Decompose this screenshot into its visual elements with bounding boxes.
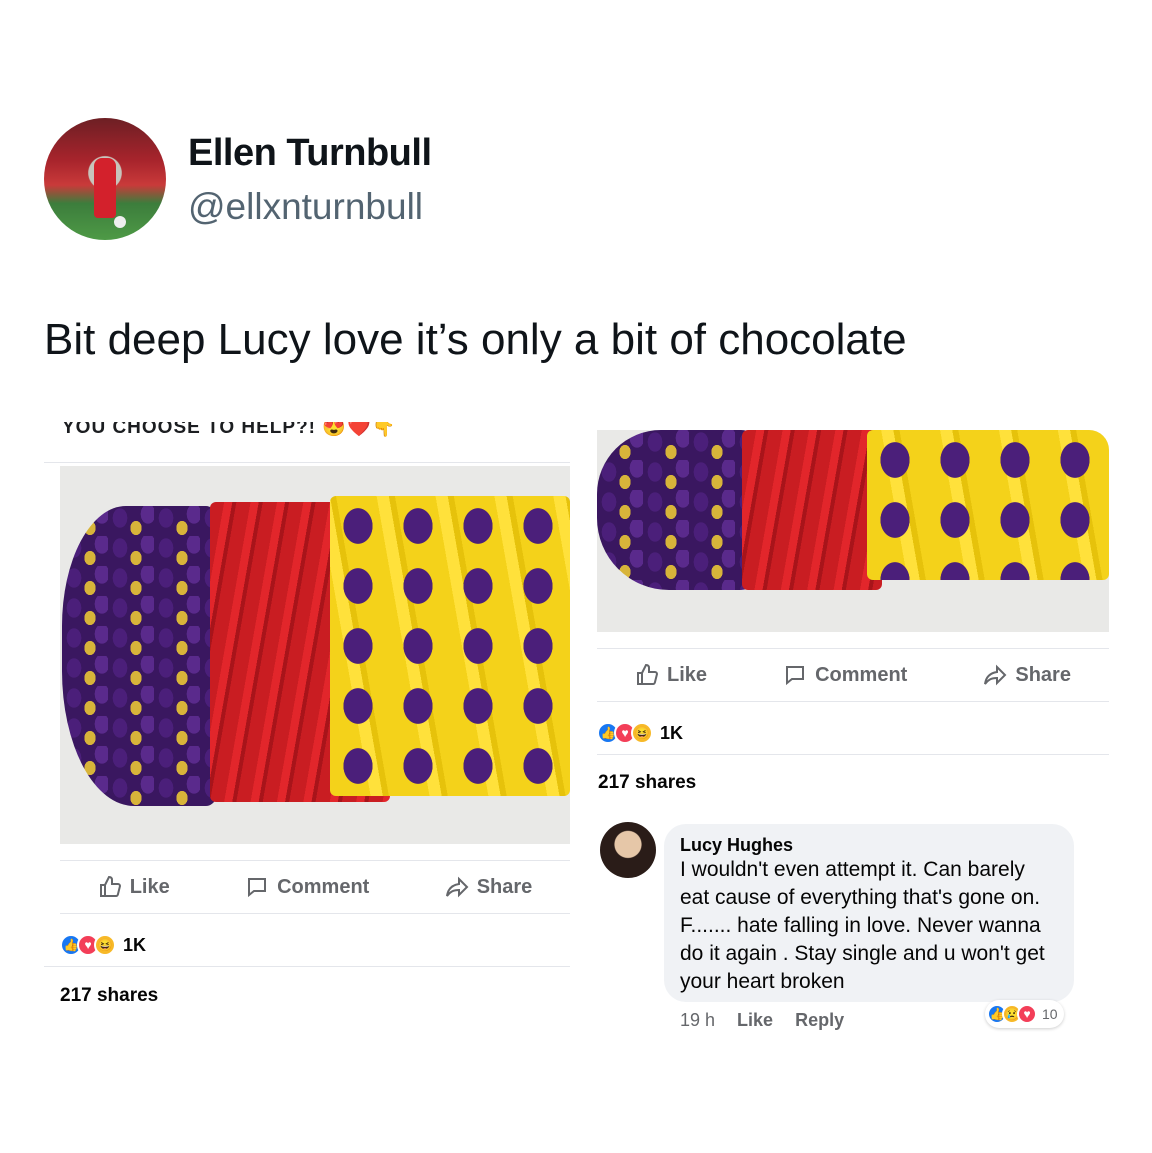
comment-time[interactable]: 19 h (680, 1010, 715, 1031)
action-bar-right: Like Comment Share (597, 648, 1109, 702)
stats-divider (597, 754, 1109, 755)
comment-label: Comment (277, 875, 370, 898)
mini-eggs-pile (330, 496, 570, 796)
commenter-avatar[interactable] (600, 822, 656, 878)
share-arrow-icon (984, 664, 1007, 686)
action-bar-left: Like Comment Share (60, 860, 570, 914)
comment-icon (248, 878, 267, 898)
comment-button[interactable]: Comment (783, 663, 907, 687)
comment-meta: 19 h Like Reply (680, 1010, 844, 1031)
post-photo-left[interactable] (60, 466, 570, 844)
share-arrow-icon (445, 876, 469, 898)
avatar-player-figure (94, 158, 116, 218)
comment-icon (786, 666, 805, 686)
creme-eggs-pile (62, 506, 222, 806)
comment-text: I wouldn't even attempt it. Can barely e… (680, 858, 1045, 993)
caption-divider (44, 462, 570, 463)
comment-button[interactable]: Comment (245, 875, 369, 899)
kitkat-pile (742, 430, 882, 590)
reaction-count: 1K (660, 722, 684, 743)
comment-like-button[interactable]: Like (737, 1010, 773, 1031)
thumbs-up-icon (637, 663, 659, 685)
avatar-ball (114, 216, 126, 228)
cut-off-caption: YOU CHOOSE TO HELP?! 😍❤️👇 (62, 422, 397, 438)
comment-reply-button[interactable]: Reply (795, 1010, 844, 1031)
comment-reactions[interactable]: 👍 😢 ♥ 10 (985, 1000, 1064, 1028)
mini-eggs-pile (867, 430, 1109, 580)
display-name[interactable]: Ellen Turnbull (188, 132, 432, 175)
user-handle[interactable]: @ellxnturnbull (188, 186, 423, 228)
post-photo-right[interactable] (597, 430, 1109, 632)
stats-divider (44, 966, 570, 967)
creme-eggs-pile (597, 430, 757, 590)
like-button[interactable]: Like (98, 875, 170, 899)
tweet-text: Bit deep Lucy love it’s only a bit of ch… (44, 315, 907, 364)
like-label: Like (129, 875, 170, 898)
share-label: Share (1015, 663, 1071, 686)
share-label: Share (476, 875, 533, 898)
comment-bubble: Lucy Hughes I wouldn't even attempt it. … (664, 824, 1074, 1002)
love-reaction-icon: ♥ (1017, 1004, 1037, 1024)
reaction-summary-right[interactable]: 👍 ♥ 😆 1K (597, 722, 683, 744)
comment-label: Comment (815, 663, 908, 686)
reaction-count: 1K (123, 934, 147, 955)
comment-reaction-count: 10 (1042, 1006, 1058, 1022)
profile-avatar[interactable] (44, 118, 166, 240)
comment-author[interactable]: Lucy Hughes (680, 834, 1058, 856)
share-count[interactable]: 217 shares (60, 985, 158, 1007)
like-label: Like (667, 663, 708, 686)
share-count[interactable]: 217 shares (598, 772, 696, 794)
like-button[interactable]: Like (635, 663, 707, 687)
reaction-summary-left[interactable]: 👍 ♥ 😆 1K (60, 934, 146, 956)
share-button[interactable]: Share (983, 663, 1071, 687)
haha-reaction-icon: 😆 (94, 934, 116, 956)
haha-reaction-icon: 😆 (631, 722, 653, 744)
share-button[interactable]: Share (445, 875, 533, 899)
thumbs-up-icon (99, 875, 121, 897)
